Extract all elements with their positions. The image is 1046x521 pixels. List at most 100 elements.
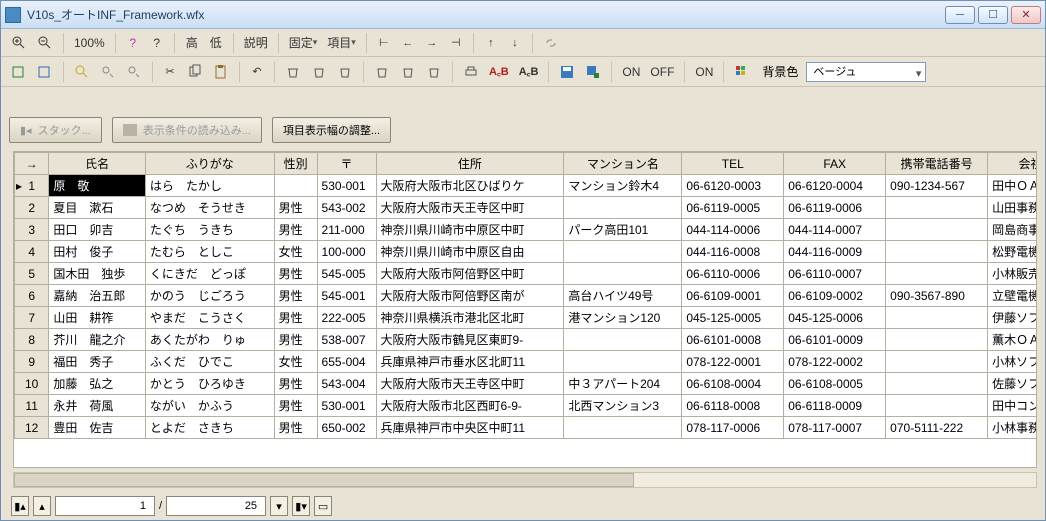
close-button[interactable]: ✕ (1011, 6, 1041, 24)
hi-button[interactable]: 高 (181, 32, 203, 54)
cell-kana[interactable]: ながい かふう (145, 395, 274, 417)
save-icon[interactable] (555, 61, 579, 83)
col-sex[interactable]: 性別 (274, 153, 317, 175)
on1-button[interactable]: ON (618, 61, 644, 83)
cell-fax[interactable]: 06-6108-0005 (784, 373, 886, 395)
col-indicator[interactable]: → (15, 153, 49, 175)
col-mob[interactable]: 携帯電話番号 (886, 153, 988, 175)
row-number[interactable]: 9 (15, 351, 49, 373)
cell-co[interactable]: 小林販売株 (988, 263, 1037, 285)
lo-button[interactable]: 低 (205, 32, 227, 54)
trash-5-icon[interactable] (396, 61, 420, 83)
cell-sex[interactable]: 男性 (274, 285, 317, 307)
palette-icon[interactable] (730, 61, 754, 83)
row-number[interactable]: 5 (15, 263, 49, 285)
cell-co[interactable]: 小林ソフト (988, 351, 1037, 373)
col-zip[interactable]: 〒 (317, 153, 376, 175)
col-fax[interactable]: FAX (784, 153, 886, 175)
cell-mob[interactable] (886, 351, 988, 373)
col-co[interactable]: 会社 (988, 153, 1037, 175)
cell-zip[interactable]: 545-001 (317, 285, 376, 307)
zoom-pct-button[interactable]: 100% (70, 32, 109, 54)
cell-sex[interactable]: 男性 (274, 197, 317, 219)
cell-co[interactable]: 松野電機事 (988, 241, 1037, 263)
cell-fax[interactable]: 06-6110-0007 (784, 263, 886, 285)
table-row[interactable]: 5国木田 独歩くにきだ どっぽ男性545-005大阪府大阪市阿倍野区中町06-6… (15, 263, 1038, 285)
cell-kana[interactable]: たぐち うきち (145, 219, 274, 241)
cell-mob[interactable] (886, 197, 988, 219)
cell-tel[interactable]: 044-114-0006 (682, 219, 784, 241)
align-left-icon[interactable]: ⊢ (373, 32, 395, 54)
cell-zip[interactable]: 543-002 (317, 197, 376, 219)
row-number[interactable]: 12 (15, 417, 49, 439)
ab-red-icon[interactable]: A꜀B (485, 61, 513, 83)
current-record[interactable]: 1 (55, 496, 155, 516)
cell-zip[interactable]: 545-005 (317, 263, 376, 285)
fixed-dropdown[interactable]: 固定 (285, 32, 322, 54)
cell-co[interactable]: 田中コンピ (988, 395, 1037, 417)
cell-fax[interactable]: 078-122-0002 (784, 351, 886, 373)
table-row[interactable]: 3田口 卯吉たぐち うきち男性211-000神奈川県川崎市中原区中町パーク高田1… (15, 219, 1038, 241)
db-icon-2[interactable] (33, 61, 57, 83)
cell-kana[interactable]: ふくだ ひでこ (145, 351, 274, 373)
cell-fax[interactable]: 06-6120-0004 (784, 175, 886, 197)
col-man[interactable]: マンション名 (564, 153, 682, 175)
load-conditions-button[interactable]: 表示条件の読み込み... (112, 117, 262, 143)
cell-name[interactable]: 芥川 龍之介 (49, 329, 146, 351)
cell-sex[interactable]: 男性 (274, 219, 317, 241)
search-prev-icon[interactable] (96, 61, 120, 83)
cell-man[interactable] (564, 263, 682, 285)
cell-mob[interactable] (886, 219, 988, 241)
cell-addr[interactable]: 大阪府大阪市北区ひばりケ (376, 175, 564, 197)
undo-icon[interactable]: ↶ (246, 61, 268, 83)
cell-kana[interactable]: かとう ひろゆき (145, 373, 274, 395)
cell-zip[interactable]: 530-001 (317, 175, 376, 197)
row-number[interactable]: 1 (15, 175, 49, 197)
cell-tel[interactable]: 078-117-0006 (682, 417, 784, 439)
horizontal-scrollbar[interactable] (13, 472, 1037, 488)
cell-mob[interactable] (886, 307, 988, 329)
row-number[interactable]: 8 (15, 329, 49, 351)
cell-fax[interactable]: 06-6119-0006 (784, 197, 886, 219)
cell-zip[interactable]: 538-007 (317, 329, 376, 351)
cell-tel[interactable]: 045-125-0005 (682, 307, 784, 329)
cell-mob[interactable] (886, 241, 988, 263)
cell-kana[interactable]: かのう じごろう (145, 285, 274, 307)
search-next-icon[interactable] (122, 61, 146, 83)
cell-kana[interactable]: たむら としこ (145, 241, 274, 263)
table-row[interactable]: 10加藤 弘之かとう ひろゆき男性543-004大阪府大阪市天王寺区中町中３アパ… (15, 373, 1038, 395)
cell-tel[interactable]: 06-6118-0008 (682, 395, 784, 417)
copy-icon[interactable] (183, 61, 207, 83)
cut-icon[interactable]: ✂ (159, 61, 181, 83)
ab-bold-icon[interactable]: A꜀B (515, 61, 543, 83)
table-row[interactable]: 2夏目 漱石なつめ そうせき男性543-002大阪府大阪市天王寺区中町06-61… (15, 197, 1038, 219)
cell-tel[interactable]: 078-122-0001 (682, 351, 784, 373)
cell-fax[interactable]: 06-6118-0009 (784, 395, 886, 417)
link-icon[interactable] (539, 32, 563, 54)
cell-tel[interactable]: 044-116-0008 (682, 241, 784, 263)
cell-mob[interactable]: 090-1234-567 (886, 175, 988, 197)
zoom-in-icon[interactable] (7, 32, 31, 54)
arrow-right-icon[interactable]: → (421, 32, 443, 54)
col-tel[interactable]: TEL (682, 153, 784, 175)
cell-fax[interactable]: 044-116-0009 (784, 241, 886, 263)
cell-man[interactable] (564, 197, 682, 219)
col-kana[interactable]: ふりがな (145, 153, 274, 175)
cell-co[interactable]: 伊藤ソフト (988, 307, 1037, 329)
cell-man[interactable]: 高台ハイツ49号 (564, 285, 682, 307)
cell-name[interactable]: 永井 荷風 (49, 395, 146, 417)
adjust-widths-button[interactable]: 項目表示幅の調整... (272, 117, 391, 143)
cell-sex[interactable]: 男性 (274, 417, 317, 439)
table-row[interactable]: 8芥川 龍之介あくたがわ りゅ男性538-007大阪府大阪市鶴見区東町9-06-… (15, 329, 1038, 351)
cell-man[interactable] (564, 241, 682, 263)
cell-sex[interactable]: 女性 (274, 351, 317, 373)
row-number[interactable]: 4 (15, 241, 49, 263)
minimize-button[interactable]: ─ (945, 6, 975, 24)
cell-tel[interactable]: 06-6119-0005 (682, 197, 784, 219)
cell-co[interactable]: 立壁電機商 (988, 285, 1037, 307)
on2-button[interactable]: ON (691, 61, 717, 83)
cell-addr[interactable]: 大阪府大阪市阿倍野区南が (376, 285, 564, 307)
cell-sex[interactable]: 男性 (274, 263, 317, 285)
cell-mob[interactable]: 090-3567-890 (886, 285, 988, 307)
scroll-thumb[interactable] (14, 473, 634, 487)
